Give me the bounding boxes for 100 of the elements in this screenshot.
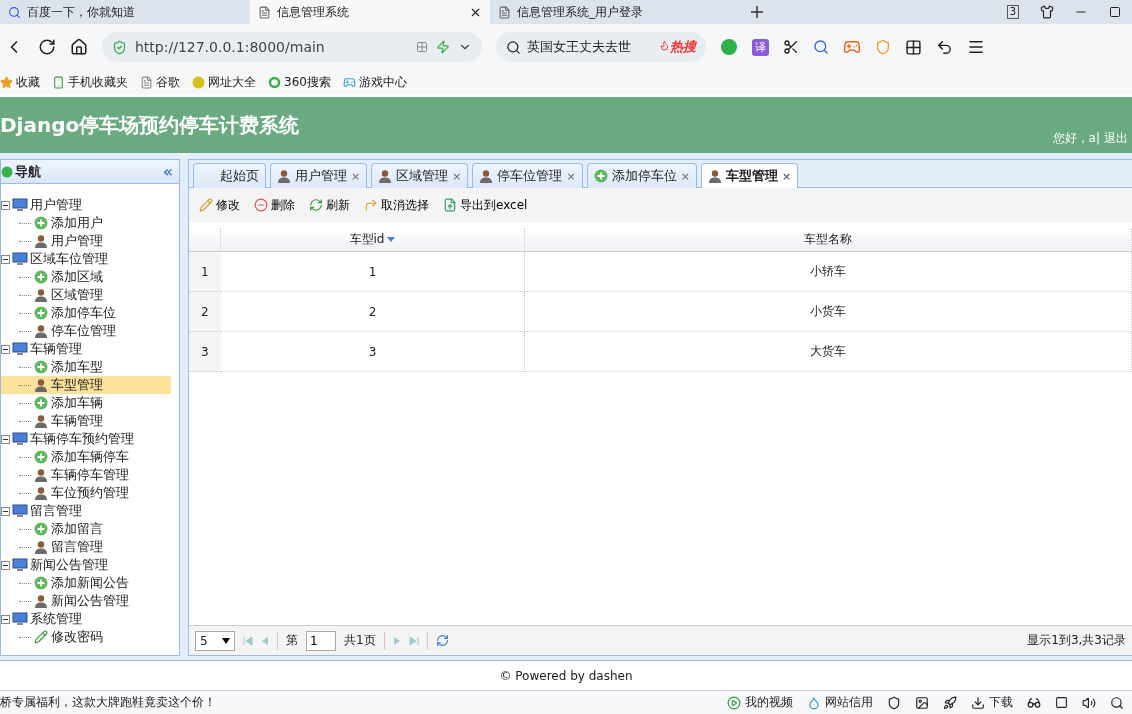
monitor-icon xyxy=(12,432,28,446)
tree-item[interactable]: 停车位管理 xyxy=(1,322,171,340)
status-item[interactable]: 网站信用 xyxy=(807,694,873,711)
toolbar-button[interactable]: 取消选择 xyxy=(362,194,431,216)
tree-item[interactable]: 修改密码 xyxy=(1,628,171,646)
person-icon xyxy=(34,234,48,248)
rocket-icon[interactable] xyxy=(943,695,957,710)
apps-icon[interactable] xyxy=(905,38,922,56)
browser-tab[interactable]: 信息管理系统 xyxy=(250,0,490,24)
tab[interactable]: 车型管理 × xyxy=(700,163,799,188)
tree-item[interactable]: 留言管理 xyxy=(1,538,171,556)
tree-item[interactable]: 添加车型 xyxy=(1,358,171,376)
tree-item[interactable]: 新闻公告管理 xyxy=(1,592,171,610)
tree-item[interactable]: 添加留言 xyxy=(1,520,171,538)
refresh-icon[interactable] xyxy=(435,634,449,647)
reload-icon[interactable] xyxy=(38,38,56,56)
pencil-icon xyxy=(34,630,48,644)
home-icon[interactable] xyxy=(70,38,88,56)
tree-item[interactable]: 添加新闻公告 xyxy=(1,574,171,592)
scissors-icon[interactable] xyxy=(783,39,799,55)
tree-item[interactable]: 车型管理 xyxy=(1,376,171,394)
tree-item[interactable]: 添加区域 xyxy=(1,268,171,286)
nav-title: 导航 xyxy=(15,162,41,181)
search-text: 英国女王丈夫去世 xyxy=(527,38,631,56)
browser-tab[interactable]: 信息管理系统_用户登录 xyxy=(490,0,740,24)
maximize-icon[interactable] xyxy=(1109,6,1121,18)
shirt-icon[interactable] xyxy=(1040,5,1054,19)
bookmark-link[interactable]: 游戏中心 xyxy=(342,73,407,91)
tree-item[interactable]: 添加车辆 xyxy=(1,394,171,412)
translate-button[interactable]: 译 xyxy=(752,38,769,56)
bookmark-link[interactable]: 360搜索 xyxy=(268,73,331,91)
tree-item[interactable]: 车辆停车管理 xyxy=(1,466,171,484)
tree-item[interactable]: 用户管理 xyxy=(1,232,171,250)
close-icon[interactable]: × xyxy=(452,169,462,183)
zoom-icon[interactable] xyxy=(1110,695,1124,710)
ad-link[interactable]: 桥专属福利，这款大牌跑鞋竟卖这个价！ xyxy=(0,694,216,711)
person-icon xyxy=(34,414,48,428)
speaker-icon[interactable] xyxy=(1082,695,1096,710)
search-icon[interactable] xyxy=(813,39,829,55)
column-header[interactable]: 车型名称 xyxy=(525,228,1132,252)
star-icon xyxy=(0,75,13,89)
qr-icon[interactable] xyxy=(416,41,428,53)
tree-node[interactable]: 车辆停车预约管理 xyxy=(1,430,179,448)
tree-node[interactable]: 系统管理 xyxy=(1,610,179,628)
page-icon xyxy=(140,75,153,89)
monitor-icon xyxy=(12,198,28,212)
new-tab-icon[interactable] xyxy=(750,5,764,19)
address-field[interactable]: http://127.0.0.1:8000/main xyxy=(102,32,482,62)
table-cell: 3 xyxy=(221,332,525,372)
page-size-select[interactable]: 5 xyxy=(195,630,235,651)
close-icon[interactable]: × xyxy=(680,169,690,183)
tab[interactable]: 用户管理 × xyxy=(270,163,368,188)
tree-item[interactable]: 添加用户 xyxy=(1,214,171,232)
tree-node[interactable]: 新闻公告管理 xyxy=(1,556,179,574)
tree-item[interactable]: 车辆管理 xyxy=(1,412,171,430)
status-item[interactable]: 下载 xyxy=(971,694,1013,711)
extension-icon[interactable] xyxy=(720,38,738,56)
person-icon xyxy=(277,169,291,183)
undo-icon[interactable] xyxy=(936,38,953,56)
shield-icon[interactable] xyxy=(887,695,901,710)
tree-node[interactable]: 车辆管理 xyxy=(1,340,179,358)
tree-node[interactable]: 区域车位管理 xyxy=(1,250,179,268)
image-icon[interactable] xyxy=(915,695,929,710)
caret-icon xyxy=(222,637,230,644)
tree-item[interactable]: 区域管理 xyxy=(1,286,171,304)
toolbar-button[interactable]: 修改 xyxy=(197,194,242,216)
page-input[interactable]: 1 xyxy=(306,630,336,651)
search-field[interactable]: 英国女王丈夫去世 热搜 xyxy=(496,32,706,62)
url-text: http://127.0.0.1:8000/main xyxy=(135,39,326,55)
table-cell: 小货车 xyxy=(525,292,1132,332)
bookmark-link[interactable]: 网址大全 xyxy=(192,73,256,91)
tree-item[interactable]: 车位预约管理 xyxy=(1,484,171,502)
download-icon xyxy=(971,695,985,710)
window-icon[interactable] xyxy=(1055,696,1068,709)
column-header[interactable]: 车型id xyxy=(221,228,525,252)
toolbar-button[interactable]: 导出到excel xyxy=(441,194,530,216)
row-number: 3 xyxy=(189,332,221,372)
ring-icon xyxy=(268,75,281,89)
tree-node[interactable]: 用户管理 xyxy=(1,196,179,214)
tree-item[interactable]: 添加车辆停车 xyxy=(1,448,171,466)
tab[interactable]: 停车位管理 × xyxy=(472,163,583,188)
toolbar-button[interactable]: 删除 xyxy=(252,194,297,216)
status-item[interactable]: 我的视频 xyxy=(727,694,793,711)
tab[interactable]: 区域管理 × xyxy=(371,163,469,188)
menu-icon[interactable] xyxy=(967,38,985,56)
bookmark-link[interactable]: 手机收藏夹 xyxy=(52,73,128,91)
close-icon[interactable]: × xyxy=(566,169,576,183)
close-icon[interactable]: × xyxy=(351,169,361,183)
bookmark-link[interactable]: 谷歌 xyxy=(140,73,180,91)
gamepad-icon[interactable] xyxy=(843,38,861,56)
close-icon[interactable]: × xyxy=(781,169,792,183)
tree-item[interactable]: 添加停车位 xyxy=(1,304,171,322)
toolbar-button[interactable]: 刷新 xyxy=(307,194,352,216)
tab[interactable]: 起始页 xyxy=(193,163,266,188)
browser-tab[interactable]: 百度一下，你就知道 xyxy=(0,0,250,24)
tab-count[interactable]: 3 xyxy=(1006,5,1020,19)
tab[interactable]: 添加停车位 × xyxy=(586,163,697,188)
tree-node[interactable]: 留言管理 xyxy=(1,502,179,520)
glasses-icon[interactable] xyxy=(1027,695,1041,710)
bookmark-link[interactable]: 收藏 xyxy=(0,73,40,91)
